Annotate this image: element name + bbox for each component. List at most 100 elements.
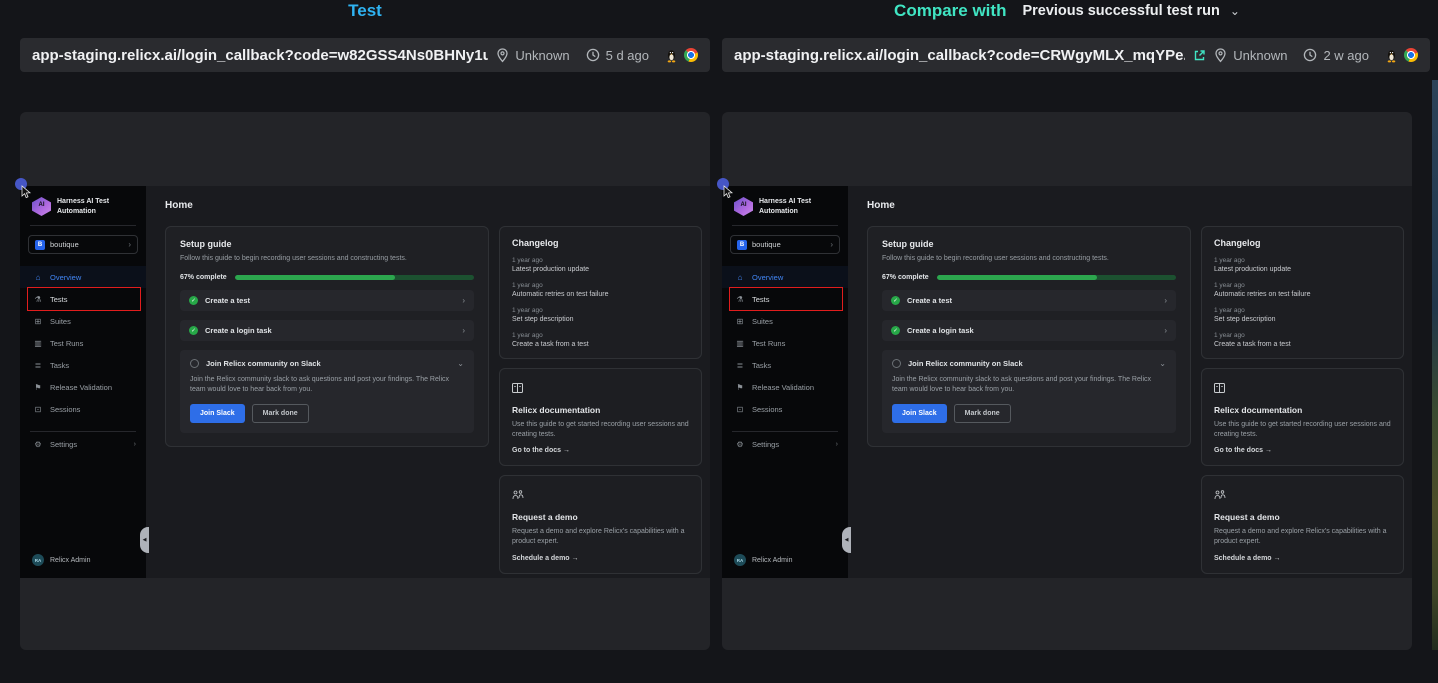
collapse-arrow-icon: ◀ xyxy=(845,537,849,543)
docs-card: Relicx documentation Use this guide to g… xyxy=(499,368,702,466)
mark-done-button: Mark done xyxy=(252,404,309,423)
user-row: RA Relicx Admin xyxy=(20,554,146,578)
docs-body: Use this guide to get started recording … xyxy=(512,420,689,440)
chevron-right-icon: › xyxy=(1164,296,1167,305)
join-slack-button: Join Slack xyxy=(190,404,245,423)
sidebar-item-suites: ⊞ Suites xyxy=(20,310,146,332)
changelog-entry: 1 year ago Automatic retries on test fai… xyxy=(1214,282,1391,298)
sidebar-item-label: Sessions xyxy=(50,405,80,414)
chevron-right-icon: › xyxy=(134,441,136,448)
app-main: Home Setup guide Follow this guide to be… xyxy=(146,186,710,578)
sidebar-item-label: Suites xyxy=(752,317,773,326)
chrome-browser-icon xyxy=(1404,48,1418,62)
home-icon: ⌂ xyxy=(735,273,745,282)
sidebar-nav: ⌂ Overview ⚗ Tests ⊞ Suites ▥ Test Runs xyxy=(722,266,848,455)
mouse-cursor-icon xyxy=(723,185,734,199)
red-annotation-box xyxy=(27,287,141,311)
red-annotation-box xyxy=(729,287,843,311)
changelog-entry: 1 year ago Latest production update xyxy=(1214,257,1391,273)
progress-bar xyxy=(937,275,1176,280)
docs-title: Relicx documentation xyxy=(512,405,689,415)
url-text: app-staging.relicx.ai/login_callback?cod… xyxy=(734,47,1185,64)
location-pin-icon xyxy=(496,48,509,63)
join-slack-header: Join Relicx community on Slack ⌄ xyxy=(892,359,1166,368)
click-position-marker xyxy=(15,178,35,204)
setup-task-join-slack: Join Relicx community on Slack ⌄ Join th… xyxy=(882,350,1176,433)
changelog-entry: 1 year ago Automatic retries on test fai… xyxy=(512,282,689,298)
demo-body: Request a demo and explore Relicx's capa… xyxy=(1214,527,1391,547)
chevron-right-icon: › xyxy=(830,240,833,249)
changelog-entry: 1 year ago Create a task from a test xyxy=(512,332,689,348)
adjacent-panel-edge xyxy=(1432,80,1438,650)
docs-card: Relicx documentation Use this guide to g… xyxy=(1201,368,1404,466)
changelog-card: Changelog 1 year ago Latest production u… xyxy=(499,226,702,359)
docs-link: Go to the docs → xyxy=(512,447,689,454)
docs-icon xyxy=(512,383,523,393)
test-screenshot-panel[interactable]: Harness AI Test Automation B boutique › … xyxy=(20,112,710,650)
brand: Harness AI Test Automation xyxy=(722,186,848,225)
docs-title: Relicx documentation xyxy=(1214,405,1391,415)
location-label: Unknown xyxy=(1233,48,1287,63)
sidebar-item-label: Release Validation xyxy=(50,383,112,392)
flask-icon: ⚗ xyxy=(735,295,745,304)
setup-task-create-login-task: ✓ Create a login task › xyxy=(882,320,1176,341)
chevron-right-icon: › xyxy=(462,296,465,305)
sidebar-item-label: Suites xyxy=(50,317,71,326)
app-screenshot[interactable]: Harness AI Test Automation B boutique › … xyxy=(20,186,710,578)
sidebar-item-label: Settings xyxy=(752,440,779,449)
video-icon: ⊡ xyxy=(33,405,43,414)
setup-task-join-slack: Join Relicx community on Slack ⌄ Join th… xyxy=(180,350,474,433)
demo-body: Request a demo and explore Relicx's capa… xyxy=(512,527,689,547)
sidebar-item-overview: ⌂ Overview xyxy=(722,266,848,288)
progress-row: 67% complete xyxy=(180,274,474,281)
project-name: boutique xyxy=(752,240,781,249)
unchecked-circle-icon xyxy=(892,359,901,368)
list-icon: ≣ xyxy=(33,361,43,370)
avatar: RA xyxy=(32,554,44,566)
sidebar-item-tasks: ≣ Tasks xyxy=(722,354,848,376)
compare-view: Test Compare with Previous successful te… xyxy=(0,0,1438,683)
linux-os-icon xyxy=(665,48,678,63)
url-bar-left[interactable]: app-staging.relicx.ai/login_callback?cod… xyxy=(20,38,710,72)
changelog-entry: 1 year ago Create a task from a test xyxy=(1214,332,1391,348)
url-bar-right[interactable]: app-staging.relicx.ai/login_callback?cod… xyxy=(722,38,1430,72)
divider xyxy=(732,431,838,432)
clock-icon xyxy=(1303,48,1317,62)
chevron-down-icon: ⌄ xyxy=(457,359,464,368)
age-label: 2 w ago xyxy=(1323,48,1369,63)
sidebar-item-settings: ⚙ Settings › xyxy=(20,433,146,455)
compare-run-dropdown[interactable]: Previous successful test run ⌄ xyxy=(1022,3,1240,19)
sidebar-item-label: Overview xyxy=(50,273,81,282)
sidebar-collapse-handle: ◀ xyxy=(842,527,851,553)
sidebar-item-tasks: ≣ Tasks xyxy=(20,354,146,376)
setup-guide-card: Setup guide Follow this guide to begin r… xyxy=(867,226,1191,447)
project-badge: B xyxy=(35,240,45,250)
avatar: RA xyxy=(734,554,746,566)
flask-icon: ⚗ xyxy=(33,295,43,304)
divider xyxy=(732,225,838,226)
sidebar-item-label: Tasks xyxy=(50,361,69,370)
chevron-right-icon: › xyxy=(128,240,131,249)
compare-screenshot-panel[interactable]: Harness AI Test Automation B boutique › … xyxy=(722,112,1412,650)
external-link-icon[interactable] xyxy=(1193,49,1206,62)
mark-done-button: Mark done xyxy=(954,404,1011,423)
sidebar-item-label: Test Runs xyxy=(752,339,785,348)
page-title: Home xyxy=(165,200,702,211)
app-screenshot[interactable]: Harness AI Test Automation B boutique › … xyxy=(722,186,1412,578)
sidebar-item-label: Tests xyxy=(50,295,68,304)
sidebar-item-label: Tests xyxy=(752,295,770,304)
sidebar-item-overview: ⌂ Overview xyxy=(20,266,146,288)
people-icon xyxy=(1214,490,1226,500)
docs-link: Go to the docs → xyxy=(1214,447,1391,454)
brand: Harness AI Test Automation xyxy=(20,186,146,225)
setup-task-create-test: ✓ Create a test › xyxy=(882,290,1176,311)
columns-icon: ▥ xyxy=(735,339,745,348)
mouse-cursor-icon xyxy=(21,185,32,199)
changelog-entry: 1 year ago Latest production update xyxy=(512,257,689,273)
user-name: Relicx Admin xyxy=(752,557,792,564)
location-label: Unknown xyxy=(515,48,569,63)
flag-icon: ⚑ xyxy=(33,383,43,392)
docs-body: Use this guide to get started recording … xyxy=(1214,420,1391,440)
sidebar-nav: ⌂ Overview ⚗ Tests ⊞ Suites ▥ Test Runs xyxy=(20,266,146,455)
demo-title: Request a demo xyxy=(512,512,689,522)
